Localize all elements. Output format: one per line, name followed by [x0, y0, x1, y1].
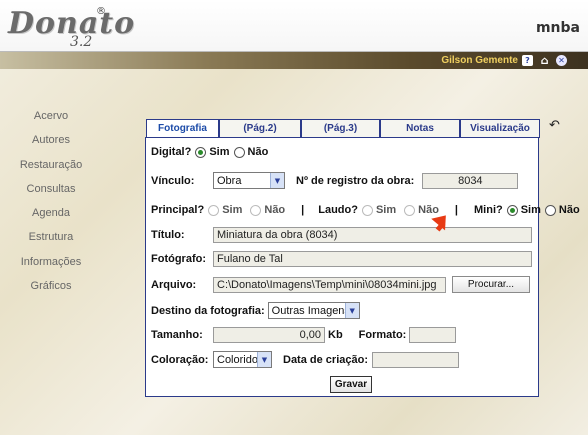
mini-nao-radio[interactable] — [544, 204, 556, 216]
principal-nao-label: Não — [264, 204, 286, 216]
sidebar-nav: Acervo Autores Restauração Consultas Age… — [10, 108, 92, 302]
nav-item-informacoes[interactable]: Informações — [10, 254, 92, 278]
nav-item-autores[interactable]: Autores — [10, 132, 92, 156]
vinculo-label: Vínculo: — [151, 174, 195, 187]
fotografo-field[interactable]: Fulano de Tal — [213, 251, 532, 267]
titulo-row: Título: Miniatura da obra (8034) — [151, 227, 532, 243]
nav-item-agenda[interactable]: Agenda — [10, 205, 92, 229]
principal-sim-label: Sim — [222, 204, 243, 216]
tamanho-row: Tamanho: 0,00 Kb Formato: — [151, 327, 457, 343]
vinculo-select[interactable]: Obra ▼ — [213, 172, 285, 189]
digital-sim-label: Sim — [209, 146, 230, 158]
tab-notas[interactable]: Notas — [380, 119, 460, 138]
nav-item-acervo[interactable]: Acervo — [10, 108, 92, 132]
registered-mark: ® — [96, 6, 106, 17]
digital-nao-label: Não — [247, 146, 269, 158]
form-panel: Digital? Sim Não Vínculo: Obra ▼ Nº de r… — [145, 137, 580, 397]
mini-nao-label: Não — [558, 204, 580, 216]
laudo-label: Laudo? — [318, 204, 358, 216]
laudo-sim-label: Sim — [375, 204, 397, 216]
destino-row: Destino da fotografia: Outras Imagens ▼ — [151, 302, 360, 319]
tamanho-unit: Kb — [328, 329, 343, 341]
titulo-field[interactable]: Miniatura da obra (8034) — [213, 227, 532, 243]
tab-visualizacao[interactable]: Visualização — [460, 119, 540, 138]
chevron-down-icon: ▼ — [270, 173, 284, 188]
tamanho-field[interactable]: 0,00 — [213, 327, 325, 343]
registro-field[interactable]: 8034 — [422, 172, 519, 189]
tab-pag3[interactable]: (Pág.3) — [301, 119, 380, 138]
vinculo-row: Vínculo: Obra ▼ Nº de registro da obra: … — [151, 172, 519, 189]
tab-pag2[interactable]: (Pág.2) — [219, 119, 301, 138]
coloracao-row: Coloração: Colorido ▼ Data de criação: — [151, 351, 459, 368]
user-name: Gilson Gemente — [441, 55, 518, 66]
principal-nao-radio[interactable] — [250, 204, 262, 216]
data-criacao-field[interactable] — [371, 351, 459, 368]
coloracao-label: Coloração: — [151, 353, 209, 366]
digital-sim-radio[interactable] — [195, 146, 207, 158]
digital-row: Digital? Sim Não — [151, 146, 268, 158]
laudo-nao-radio[interactable] — [404, 204, 416, 216]
tamanho-label: Tamanho: — [151, 329, 203, 341]
nav-item-estrutura[interactable]: Estrutura — [10, 229, 92, 253]
destino-value: Outras Imagens — [271, 304, 350, 317]
digital-nao-radio[interactable] — [233, 146, 245, 158]
arquivo-field[interactable]: C:\Donato\Imagens\Temp\mini\08034mini.jp… — [213, 276, 446, 293]
header: Donato ® 3.2 mnba — [0, 0, 588, 52]
vinculo-value: Obra — [217, 174, 242, 187]
coloracao-select[interactable]: Colorido ▼ — [213, 351, 272, 368]
user-bar: Gilson Gemente ? ⌂ ✕ — [0, 52, 588, 69]
arquivo-row: Arquivo: C:\Donato\Imagens\Temp\mini\080… — [151, 276, 530, 293]
chevron-down-icon: ▼ — [344, 303, 359, 318]
tab-fotografia[interactable]: Fotografia — [146, 119, 219, 139]
undo-arrow-icon[interactable]: ↶ — [549, 118, 560, 133]
organization-name: mnba — [535, 20, 580, 36]
logout-icon[interactable]: ✕ — [556, 55, 567, 66]
titulo-label: Título: — [151, 229, 185, 241]
laudo-sim-radio[interactable] — [361, 204, 373, 216]
procurar-button[interactable]: Procurar... — [452, 276, 530, 293]
coloracao-value: Colorido — [217, 353, 258, 366]
fotografo-label: Fotógrafo: — [151, 253, 206, 265]
formato-field[interactable] — [409, 327, 457, 343]
registro-label: Nº de registro da obra: — [296, 174, 415, 187]
nav-item-restauracao[interactable]: Restauração — [10, 157, 92, 181]
formato-label: Formato: — [358, 329, 407, 341]
mini-sim-radio[interactable] — [506, 204, 518, 216]
flags-row: Principal? Sim Não | Laudo? Sim Não | Mi… — [151, 204, 580, 216]
home-icon[interactable]: ⌂ — [539, 54, 550, 67]
arquivo-label: Arquivo: — [151, 278, 197, 291]
digital-label: Digital? — [151, 146, 192, 158]
data-criacao-label: Data de criação: — [283, 353, 368, 366]
fotografo-row: Fotógrafo: Fulano de Tal — [151, 251, 532, 267]
gravar-row: Gravar — [330, 376, 372, 393]
app-version: 3.2 — [70, 34, 93, 50]
gravar-button[interactable]: Gravar — [330, 376, 372, 393]
nav-item-consultas[interactable]: Consultas — [10, 181, 92, 205]
help-icon[interactable]: ? — [522, 55, 533, 66]
mini-label: Mini? — [474, 204, 503, 216]
destino-label: Destino da fotografia: — [151, 304, 265, 317]
principal-sim-radio[interactable] — [208, 204, 220, 216]
separator: | — [454, 204, 458, 216]
principal-label: Principal? — [151, 204, 205, 216]
nav-item-graficos[interactable]: Gráficos — [10, 278, 92, 302]
chevron-down-icon: ▼ — [257, 352, 271, 367]
mini-sim-label: Sim — [520, 204, 541, 216]
destino-select[interactable]: Outras Imagens ▼ — [267, 302, 360, 319]
separator: | — [301, 204, 305, 216]
